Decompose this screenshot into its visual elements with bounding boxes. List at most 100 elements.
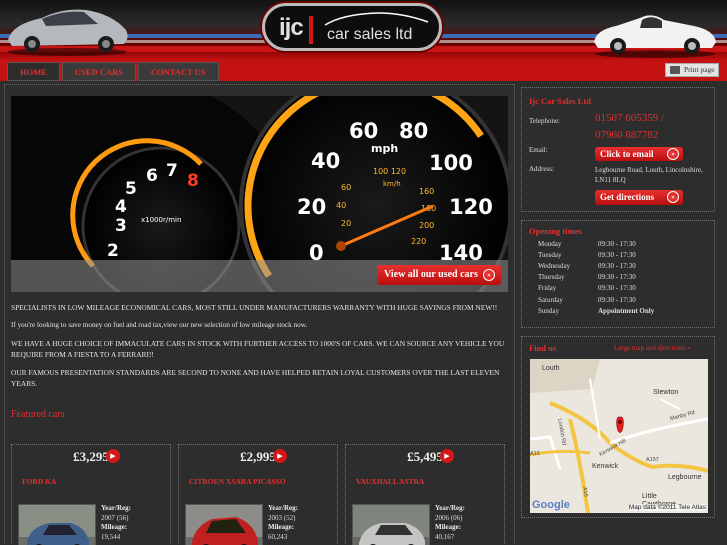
large-map-link[interactable]: Large map and directions » [614, 344, 690, 352]
svg-text:60: 60 [349, 119, 378, 143]
map-label: Stewton [653, 389, 679, 396]
day-cell: Tuesday [538, 250, 562, 259]
car-image [186, 505, 262, 545]
intro-paragraph: SPECIALISTS IN LOW MILEAGE ECONOMICAL CA… [11, 303, 498, 312]
table-row: Saturday 09:30 - 17:30 [538, 294, 654, 305]
address-value: Legbourne Road, Louth, Lincolnshire, LN1… [595, 166, 703, 184]
table-row: Friday 09:30 - 17:30 [538, 283, 654, 294]
email-label: Email: [529, 146, 548, 154]
svg-text:mph: mph [371, 142, 398, 155]
arrow-right-icon: » [667, 191, 679, 203]
mileage-value: 19,544 [101, 532, 121, 541]
svg-text:20: 20 [297, 195, 326, 219]
phone-number-1[interactable]: 01507 605359 / [595, 112, 664, 125]
svg-text:km/h: km/h [383, 180, 401, 188]
print-page-label: Print page [684, 65, 715, 74]
featured-cars-heading: Featured cars [11, 409, 65, 420]
address-label: Address: [529, 165, 554, 173]
mileage-value: 40,167 [435, 532, 455, 541]
site-header: ijc car sales ltd [0, 0, 727, 60]
tab-contact-us[interactable]: CONTACT US [137, 62, 219, 81]
featured-car-card[interactable]: £3,295 ▶ FORD KA Year/Reg: 2007 (56) Mil… [11, 444, 171, 545]
mileage-value: 60,243 [268, 532, 288, 541]
year-value: 2003 (52) [268, 513, 296, 522]
hero-banner: 345 678 2 x1000r/min 60 80 40 100 20 120 01… [11, 96, 508, 292]
svg-text:40: 40 [336, 201, 346, 210]
find-us-box: Find us Large map and directions » Louth… [521, 336, 715, 518]
opening-times-box: Opening times Monday 09:30 - 17:30 Tuesda… [521, 220, 715, 328]
table-row: Sunday Appointment Only [538, 305, 654, 316]
car-photo[interactable] [185, 504, 263, 545]
map-label: Louth [542, 365, 560, 372]
svg-text:120: 120 [449, 195, 493, 219]
year-value: 2007 (56) [101, 513, 129, 522]
table-row: Tuesday 09:30 - 17:30 [538, 249, 654, 260]
tab-used-cars[interactable]: USED CARS [61, 62, 136, 81]
contact-box: Ijc Car Sales Ltd Telephone: 01507 60535… [521, 87, 715, 212]
map-label: A16 [530, 451, 540, 457]
svg-text:8: 8 [187, 171, 199, 191]
featured-car-card[interactable]: £5,495 ▶ VAUXHALL ASTRA Year/Reg: 2006 (… [345, 444, 505, 545]
arrow-right-icon[interactable]: ▶ [440, 449, 454, 463]
arrow-right-icon[interactable]: ▶ [106, 449, 120, 463]
mileage-label: Mileage: [101, 523, 128, 531]
header-car-right-image [594, 15, 716, 58]
car-name[interactable]: VAUXHALL ASTRA [356, 477, 424, 486]
table-row: Wednesday 09:30 - 17:30 [538, 260, 654, 271]
arrow-right-icon: » [667, 148, 679, 160]
svg-text:2: 2 [107, 241, 119, 261]
view-used-cars-button[interactable]: View all our used cars » [377, 265, 501, 285]
featured-cars-list: £3,295 ▶ FORD KA Year/Reg: 2007 (56) Mil… [11, 444, 505, 545]
day-cell: Wednesday [538, 261, 571, 270]
day-cell: Thursday [538, 273, 565, 282]
car-specs: Year/Reg: 2003 (52) Mileage: 60,243 [268, 504, 298, 542]
intro-paragraph: OUR FAMOUS PRESENTATION STANDARDS ARE SE… [11, 368, 500, 388]
svg-text:100: 100 [429, 151, 473, 175]
car-image [19, 505, 95, 545]
car-name[interactable]: FORD KA [22, 477, 56, 486]
time-cell: 09:30 - 17:30 [598, 239, 636, 248]
time-cell: 09:30 - 17:30 [598, 295, 636, 304]
time-cell: 09:30 - 17:30 [598, 261, 636, 270]
map-image [530, 359, 708, 513]
svg-text:x1000r/min: x1000r/min [141, 216, 181, 224]
intro-paragraph: WE HAVE A HUGE CHOICE OF IMMACULATE CARS… [11, 339, 505, 359]
day-cell: Monday [538, 239, 562, 248]
get-directions-button[interactable]: Get directions » [595, 190, 683, 205]
table-row: Monday 09:30 - 17:30 [538, 238, 654, 249]
svg-text:5: 5 [125, 179, 137, 199]
arrow-right-icon[interactable]: ▶ [273, 449, 287, 463]
year-label: Year/Reg: [268, 504, 298, 512]
car-photo[interactable] [18, 504, 96, 545]
car-photo[interactable] [352, 504, 430, 545]
svg-text:40: 40 [311, 149, 340, 173]
svg-text:220: 220 [411, 237, 426, 246]
phone-number-2[interactable]: 07960 887782 [595, 129, 658, 142]
logo-tagline: car sales ltd [327, 26, 413, 43]
main-nav: HOME USED CARS CONTACT US [7, 62, 219, 81]
click-to-email-button[interactable]: Click to email » [595, 147, 683, 161]
time-cell: Appointment Only [598, 306, 655, 315]
car-name[interactable]: CITROEN XSARA PICASSO [189, 477, 286, 486]
opening-times-table: Monday 09:30 - 17:30 Tuesday 09:30 - 17:30… [538, 238, 654, 316]
svg-text:4: 4 [115, 197, 127, 217]
print-page-button[interactable]: Print page [665, 63, 719, 77]
svg-text:80: 80 [399, 119, 428, 143]
car-price: £3,295 [73, 449, 109, 464]
car-specs: Year/Reg: 2007 (56) Mileage: 19,544 [101, 504, 131, 542]
header-car-left-image [7, 9, 128, 56]
contact-title: Ijc Car Sales Ltd [529, 96, 591, 106]
time-cell: 09:30 - 17:30 [598, 273, 636, 282]
svg-text:6: 6 [146, 166, 158, 186]
year-label: Year/Reg: [435, 504, 465, 512]
car-price: £5,495 [407, 449, 443, 464]
car-specs: Year/Reg: 2006 (06) Mileage: 40,167 [435, 504, 465, 542]
google-logo: Google [532, 499, 570, 511]
location-map[interactable]: Louth Stewton Kenwick Legbourne Little C… [530, 359, 708, 513]
site-logo[interactable]: ijc car sales ltd [262, 3, 442, 51]
view-used-cars-label: View all our used cars [384, 269, 478, 280]
time-cell: 09:30 - 17:30 [598, 250, 636, 259]
table-row: Thursday 09:30 - 17:30 [538, 272, 654, 283]
featured-car-card[interactable]: £2,995 ▶ CITROEN XSARA PICASSO Year/Reg:… [178, 444, 338, 545]
tab-home[interactable]: HOME [7, 62, 60, 81]
